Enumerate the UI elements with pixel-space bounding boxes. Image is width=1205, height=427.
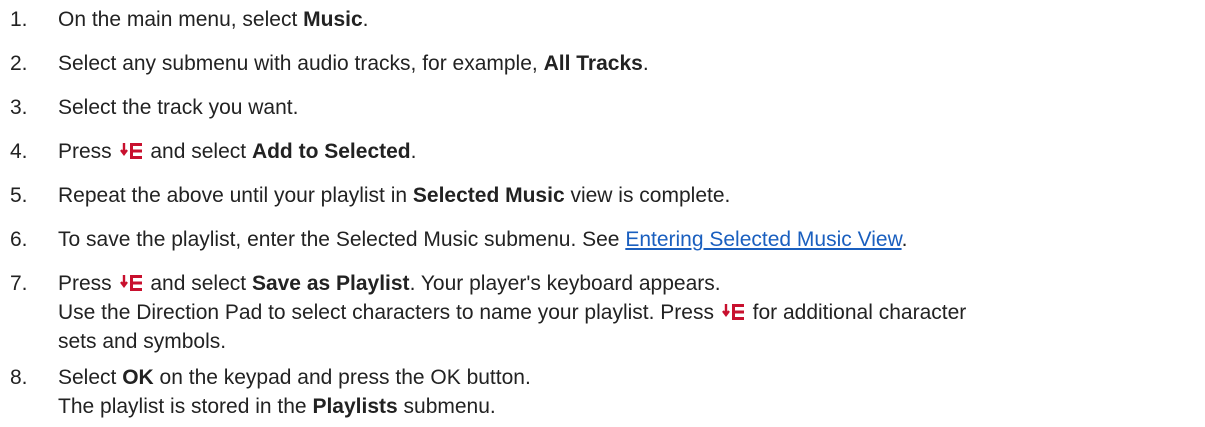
step-number: 1.	[10, 8, 28, 31]
step-text-part: sets and symbols.	[58, 330, 227, 353]
entering-selected-music-view-link[interactable]: Entering Selected Music View	[625, 228, 901, 251]
step-text-part: .	[362, 8, 369, 31]
step-text-part: Repeat the above until your playlist in	[58, 184, 413, 207]
menu-icon	[119, 143, 142, 159]
step-number: 6.	[10, 228, 28, 251]
step-bold-term: Add to Selected	[251, 140, 411, 163]
step-text-part: Select	[58, 366, 123, 389]
step-text-part: .	[410, 140, 417, 163]
menu-icon	[721, 304, 744, 320]
step-text-part: Use the Direction Pad to select characte…	[58, 301, 714, 324]
step-text-part: .	[642, 52, 649, 75]
step-bold-term: Save as Playlist	[251, 272, 410, 295]
step-text: To save the playlist, enter the Selected…	[58, 228, 907, 252]
menu-icon	[119, 275, 142, 291]
step-text-part: Press	[58, 272, 112, 295]
step-text: sets and symbols.	[58, 330, 226, 354]
step-text-part: . Your player's keyboard appears.	[409, 272, 721, 295]
step-text: Select OK on the keypad and press the OK…	[58, 366, 531, 390]
step-text-part: and select	[144, 272, 252, 295]
step-bold-term: Playlists	[312, 395, 398, 418]
step-text-part: The playlist is stored in the	[58, 395, 313, 418]
step-number: 7.	[10, 272, 28, 295]
step-text: Repeat the above until your playlist in …	[58, 184, 730, 208]
step-text-part: on the keypad and press the OK button.	[153, 366, 531, 389]
step-text: Use the Direction Pad to select characte…	[58, 301, 966, 325]
step-number: 4.	[10, 140, 28, 163]
step-text: Select the track you want.	[58, 96, 298, 120]
step-text-part: for additional character	[746, 301, 967, 324]
step-number: 5.	[10, 184, 28, 207]
step-text-part: submenu.	[397, 395, 496, 418]
step-text: Select any submenu with audio tracks, fo…	[58, 52, 649, 76]
step-text-part: Press	[58, 140, 112, 163]
step-text: Press and select Add to Selected.	[58, 140, 416, 164]
step-text-part: .	[901, 228, 908, 251]
step-text-part: view is complete.	[564, 184, 731, 207]
step-text: The playlist is stored in the Playlists …	[58, 395, 496, 419]
step-bold-term: Music	[303, 8, 363, 31]
step-number: 2.	[10, 52, 28, 75]
step-bold-term: OK	[122, 366, 154, 389]
step-text-part: and select	[144, 140, 252, 163]
step-bold-term: All Tracks	[543, 52, 643, 75]
step-number: 3.	[10, 96, 28, 119]
step-text: Press and select Save as Playlist. Your …	[58, 272, 721, 296]
step-bold-term: Selected Music	[412, 184, 565, 207]
step-text-part: Select any submenu with audio tracks, fo…	[58, 52, 544, 75]
step-text: On the main menu, select Music.	[58, 8, 368, 32]
step-text-part: On the main menu, select	[58, 8, 304, 31]
step-text-part: Select the track you want.	[58, 96, 299, 119]
step-number: 8.	[10, 366, 28, 389]
step-text-part: To save the playlist, enter the Selected…	[58, 228, 626, 251]
